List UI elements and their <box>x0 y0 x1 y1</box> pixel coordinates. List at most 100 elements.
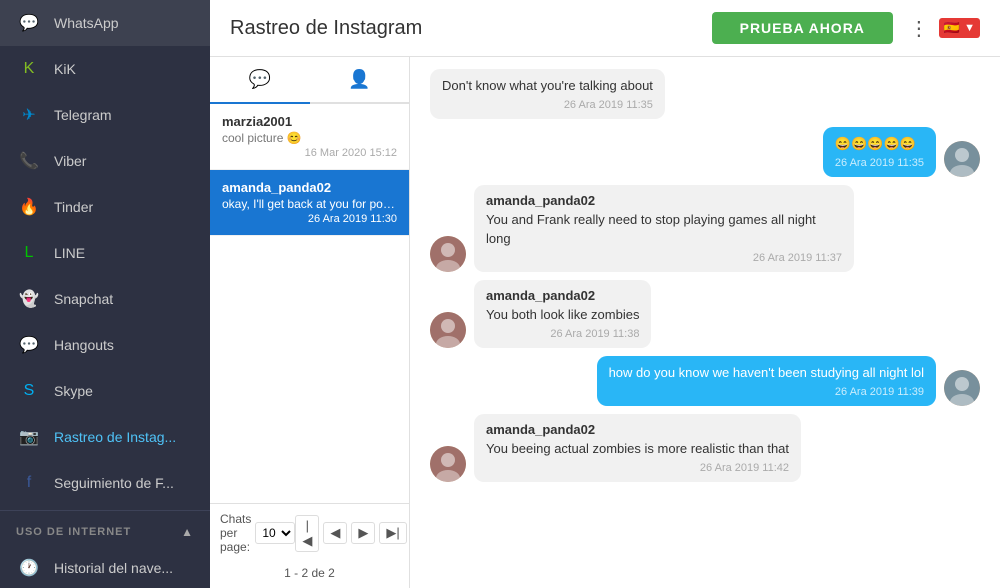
message-text: Don't know what you're talking about <box>442 77 653 95</box>
content-area: 💬 👤 marzia2001 cool picture 😊 16 Mar 202… <box>210 57 1000 588</box>
prev-page-button[interactable]: ◀ <box>323 522 347 544</box>
skype-icon: S <box>16 378 42 404</box>
message-bubble: amanda_panda02 You both look like zombie… <box>474 280 651 348</box>
sidebar-label-whatsapp: WhatsApp <box>54 15 119 31</box>
chat-time: 16 Mar 2020 15:12 <box>222 147 397 159</box>
chat-list-panel: 💬 👤 marzia2001 cool picture 😊 16 Mar 202… <box>210 57 410 588</box>
kik-icon: K <box>16 56 42 82</box>
per-page-dropdown[interactable]: 10 20 50 <box>255 522 295 544</box>
message-row-m5: how do you know we haven't been studying… <box>430 356 980 406</box>
message-row-m6: amanda_panda02 You beeing actual zombies… <box>430 414 980 482</box>
sidebar-item-facebook[interactable]: f Seguimiento de F... <box>0 460 210 506</box>
sidebar-label-facebook: Seguimiento de F... <box>54 475 174 491</box>
history-icon: 🕐 <box>16 555 42 581</box>
sidebar-label-telegram: Telegram <box>54 107 112 123</box>
avatar <box>430 236 466 272</box>
msg-sender-name: amanda_panda02 <box>486 288 639 303</box>
message-time: 26 Ara 2019 11:39 <box>609 386 924 398</box>
avatar <box>944 370 980 406</box>
facebook-icon: f <box>16 470 42 496</box>
tab-chats[interactable]: 💬 <box>210 57 310 104</box>
sidebar-item-skype[interactable]: S Skype <box>0 368 210 414</box>
whatsapp-icon: 💬 <box>16 10 42 36</box>
message-row-m3: amanda_panda02 You and Frank really need… <box>430 185 980 271</box>
section-label: USO DE INTERNET <box>16 526 131 538</box>
sidebar-item-line[interactable]: L LINE <box>0 230 210 276</box>
avatar <box>430 312 466 348</box>
next-page-button[interactable]: ▶ <box>351 522 375 544</box>
chat-pagination: Chats per page: 10 20 50 |◀ ◀ ▶ ▶| <box>210 503 409 562</box>
chat-time: 26 Ara 2019 11:30 <box>222 213 397 225</box>
chat-list-item-amanda[interactable]: amanda_panda02 okay, I'll get back at yo… <box>210 170 409 236</box>
sidebar-label-snapchat: Snapchat <box>54 291 113 307</box>
message-row-m4: amanda_panda02 You both look like zombie… <box>430 280 980 348</box>
tinder-icon: 🔥 <box>16 194 42 220</box>
main-content: Rastreo de Instagram PRUEBA AHORA ⋮ 🇪🇸 ▼… <box>210 0 1000 588</box>
language-selector[interactable]: 🇪🇸 ▼ <box>939 18 980 38</box>
pagination-controls: |◀ ◀ ▶ ▶| <box>295 515 406 552</box>
sidebar-divider <box>0 510 210 511</box>
avatar <box>430 446 466 482</box>
instagram-icon: 📷 <box>16 424 42 450</box>
per-page-selector: Chats per page: 10 20 50 <box>220 512 295 554</box>
message-text: how do you know we haven't been studying… <box>609 364 924 382</box>
sidebar-item-hangouts[interactable]: 💬 Hangouts <box>0 322 210 368</box>
chevron-up-icon: ▲ <box>181 525 194 539</box>
msg-sender-name: amanda_panda02 <box>486 193 842 208</box>
more-options-icon[interactable]: ⋮ <box>909 16 929 41</box>
line-icon: L <box>16 240 42 266</box>
sidebar-label-skype: Skype <box>54 383 93 399</box>
tab-contacts[interactable]: 👤 <box>310 57 410 104</box>
chat-bubble-icon: 💬 <box>249 69 271 90</box>
last-page-button[interactable]: ▶| <box>379 522 406 544</box>
sidebar-item-tinder[interactable]: 🔥 Tinder <box>0 184 210 230</box>
message-time: 26 Ara 2019 11:35 <box>442 99 653 111</box>
message-text: 😄😄😄😄😄 <box>835 135 924 153</box>
message-time: 26 Ara 2019 11:37 <box>486 252 842 264</box>
message-bubble: Don't know what you're talking about 26 … <box>430 69 665 119</box>
sidebar-label-tinder: Tinder <box>54 199 93 215</box>
per-page-label: Chats per page: <box>220 512 251 554</box>
conversation-panel: Don't know what you're talking about 26 … <box>410 57 1000 588</box>
sidebar-section-internet[interactable]: USO DE INTERNET ▲ <box>0 515 210 545</box>
chat-list-item-marzia[interactable]: marzia2001 cool picture 😊 16 Mar 2020 15… <box>210 104 409 170</box>
hangouts-icon: 💬 <box>16 332 42 358</box>
avatar <box>944 141 980 177</box>
message-text: You and Frank really need to stop playin… <box>486 211 842 247</box>
flag-icon: 🇪🇸 <box>944 20 960 36</box>
sidebar-label-viber: Viber <box>54 153 86 169</box>
viber-icon: 📞 <box>16 148 42 174</box>
sidebar-item-kik[interactable]: K KiK <box>0 46 210 92</box>
message-row-m1: Don't know what you're talking about 26 … <box>430 69 980 119</box>
message-bubble: amanda_panda02 You beeing actual zombies… <box>474 414 801 482</box>
message-bubble: amanda_panda02 You and Frank really need… <box>474 185 854 271</box>
message-text: You both look like zombies <box>486 306 639 324</box>
first-page-button[interactable]: |◀ <box>295 515 319 552</box>
chat-preview: cool picture 😊 <box>222 131 397 145</box>
msg-sender-name: amanda_panda02 <box>486 422 789 437</box>
sidebar: 💬 WhatsApp K KiK ✈ Telegram 📞 Viber 🔥 Ti… <box>0 0 210 588</box>
sidebar-item-telegram[interactable]: ✈ Telegram <box>0 92 210 138</box>
try-now-button[interactable]: PRUEBA AHORA <box>712 12 893 44</box>
message-row-m2: 😄😄😄😄😄 26 Ara 2019 11:35 <box>430 127 980 177</box>
sidebar-item-whatsapp[interactable]: 💬 WhatsApp <box>0 0 210 46</box>
sidebar-label-hangouts: Hangouts <box>54 337 114 353</box>
chat-tabs: 💬 👤 <box>210 57 409 104</box>
message-time: 26 Ara 2019 11:35 <box>835 157 924 169</box>
chat-name: amanda_panda02 <box>222 180 397 195</box>
topbar: Rastreo de Instagram PRUEBA AHORA ⋮ 🇪🇸 ▼ <box>210 0 1000 57</box>
chat-name: marzia2001 <box>222 114 397 129</box>
sidebar-item-instagram[interactable]: 📷 Rastreo de Instag... <box>0 414 210 460</box>
message-time: 26 Ara 2019 11:42 <box>486 462 789 474</box>
chat-preview: okay, I'll get back at you for posting .… <box>222 197 397 211</box>
message-text: You beeing actual zombies is more realis… <box>486 440 789 458</box>
page-info: 1 - 2 de 2 <box>210 562 409 588</box>
sidebar-item-snapchat[interactable]: 👻 Snapchat <box>0 276 210 322</box>
message-bubble: how do you know we haven't been studying… <box>597 356 936 406</box>
sidebar-item-history[interactable]: 🕐 Historial del nave... <box>0 545 210 588</box>
page-title: Rastreo de Instagram <box>230 17 712 40</box>
sidebar-item-viber[interactable]: 📞 Viber <box>0 138 210 184</box>
sidebar-label-history: Historial del nave... <box>54 560 173 576</box>
telegram-icon: ✈ <box>16 102 42 128</box>
topbar-actions: ⋮ 🇪🇸 ▼ <box>909 16 980 41</box>
